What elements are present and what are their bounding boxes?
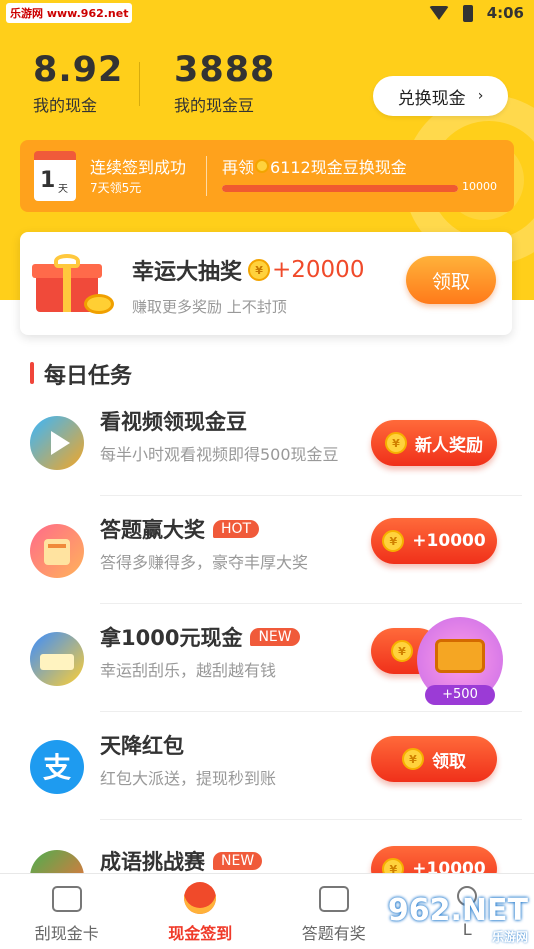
tab-label: 答题有奖 — [301, 924, 366, 943]
lottery-title-text: 幸运大抽奖 — [132, 260, 243, 285]
task-title: 天降红包 — [100, 734, 184, 758]
progress-max-label: 10000 — [462, 180, 497, 193]
task-title-text: 拿1000元现金 — [100, 626, 243, 650]
coin-icon — [255, 159, 270, 173]
svg-text:支: 支 — [43, 751, 71, 784]
task-subtitle: 红包大派送，提现秒到账 — [100, 769, 277, 788]
yen-coin-icon: ¥ — [382, 530, 405, 552]
cash-label: 我的现金 — [33, 96, 98, 115]
cash-value: 8.92 — [33, 50, 124, 90]
task-title: 拿1000元现金 NEW — [100, 622, 300, 652]
hot-badge: HOT — [213, 520, 260, 538]
bonus-amount: +500 — [425, 685, 495, 705]
redeem-text: 再领 6112现金豆换现金 — [222, 154, 407, 178]
task-subtitle: 答得多赚得多，豪夺丰厚大奖 — [100, 553, 309, 572]
checkin-divider — [206, 156, 207, 196]
red-packet-icon — [184, 882, 217, 914]
task-button-label: +10000 — [412, 531, 486, 551]
wifi-icon — [428, 6, 449, 20]
card-icon — [51, 886, 82, 912]
clock: 4:06 — [486, 4, 524, 22]
redeem-progress-bar — [222, 185, 458, 192]
task-title-text: 成语挑战赛 — [100, 850, 205, 874]
video-play-icon — [30, 416, 84, 470]
app-screen: 乐游网 www.962.net 4:06 8.92 我的现金 3888 我的现金… — [0, 0, 534, 949]
task-button-label: 领取 — [432, 751, 466, 772]
beans-value: 3888 — [174, 50, 276, 90]
watermark-main: 962.NET — [387, 893, 528, 928]
redeem-prefix: 再领 — [222, 158, 255, 177]
lottery-title: 幸运大抽奖 ¥ +20000 — [132, 254, 364, 286]
tab-scratch-card[interactable]: 刮现金卡 — [0, 874, 134, 949]
checkin-day-number: 1 — [40, 168, 56, 193]
quiz-book-icon — [30, 524, 84, 578]
task-title: 成语挑战赛 NEW — [100, 846, 263, 876]
yen-coin-icon: ¥ — [248, 259, 271, 281]
checkin-day-unit: 天 — [58, 184, 68, 195]
task-action-button[interactable]: ¥ 新人奖励 — [371, 420, 497, 466]
site-badge: 乐游网 www.962.net — [6, 3, 133, 23]
beans-label: 我的现金豆 — [174, 96, 255, 115]
cash-stat[interactable]: 8.92 我的现金 — [33, 50, 123, 116]
redeem-amount: 6112现金豆换现金 — [270, 158, 407, 177]
lottery-claim-button[interactable]: 领取 — [406, 256, 496, 304]
checkin-subtitle: 7天领5元 — [90, 181, 142, 195]
task-watch-video[interactable]: 看视频领现金豆 每半小时观看视频即得500现金豆 ¥ 新人奖励 — [0, 388, 534, 496]
beans-stat[interactable]: 3888 我的现金豆 — [174, 50, 275, 116]
checkin-title: 连续签到成功 — [90, 158, 187, 177]
yen-coin-icon: ¥ — [402, 748, 424, 770]
quiz-icon — [318, 886, 349, 912]
lottery-card[interactable]: 幸运大抽奖 ¥ +20000 赚取更多奖励 上不封顶 领取 — [20, 232, 512, 335]
new-badge: NEW — [213, 852, 263, 870]
task-button-label: 新人奖励 — [415, 435, 483, 456]
checkin-card[interactable]: 1 天 连续签到成功 7天领5元 再领 6112现金豆换现金 10000 — [20, 140, 514, 212]
task-subtitle: 幸运刮刮乐，越刮越有钱 — [100, 661, 277, 680]
treasure-chest-icon — [435, 639, 485, 673]
task-title-text: 答题赢大奖 — [100, 518, 205, 542]
task-action-button[interactable]: ¥ +10000 — [371, 518, 497, 564]
task-quiz[interactable]: 答题赢大奖 HOT 答得多赚得多，豪夺丰厚大奖 ¥ +10000 — [0, 496, 534, 604]
calendar-icon: 1 天 — [34, 151, 76, 201]
tab-cash-checkin[interactable]: 现金签到 — [134, 874, 268, 949]
daily-tasks-title: 每日任务 — [30, 358, 132, 390]
task-title: 答题赢大奖 HOT — [100, 514, 260, 544]
yen-coin-icon: ¥ — [391, 640, 413, 662]
stat-divider — [139, 62, 140, 106]
redeem-progress-fill — [222, 185, 458, 192]
watermark-sub: 乐游网 — [491, 930, 528, 944]
tab-quiz[interactable]: 答题有奖 — [267, 874, 401, 949]
alipay-icon: 支 — [30, 740, 84, 794]
yen-coin-icon: ¥ — [385, 432, 407, 454]
tab-label: 刮现金卡 — [34, 924, 99, 943]
exchange-cash-button[interactable]: 兑换现金 › — [373, 76, 508, 116]
coin-stack-icon — [84, 294, 114, 314]
new-badge: NEW — [250, 628, 300, 646]
tab-label: 现金签到 — [168, 924, 233, 943]
bonus-chest-popup[interactable]: +500 — [417, 617, 503, 705]
task-action-button[interactable]: ¥ 领取 — [371, 736, 497, 782]
task-subtitle: 每半小时观看视频即得500现金豆 — [100, 445, 339, 464]
lottery-amount: +20000 — [272, 257, 365, 283]
lottery-subtitle: 赚取更多奖励 上不封顶 — [132, 298, 287, 316]
chevron-right-icon: › — [477, 88, 484, 104]
scratch-card-icon — [30, 632, 84, 686]
status-bar: 乐游网 www.962.net 4:06 — [0, 0, 534, 28]
task-title: 看视频领现金豆 — [100, 410, 247, 434]
task-red-packet[interactable]: 支 天降红包 红包大派送，提现秒到账 ¥ 领取 — [0, 712, 534, 820]
battery-icon — [462, 4, 473, 22]
site-watermark: 962.NET 乐游网 — [388, 893, 534, 949]
exchange-label: 兑换现金 — [397, 88, 466, 109]
